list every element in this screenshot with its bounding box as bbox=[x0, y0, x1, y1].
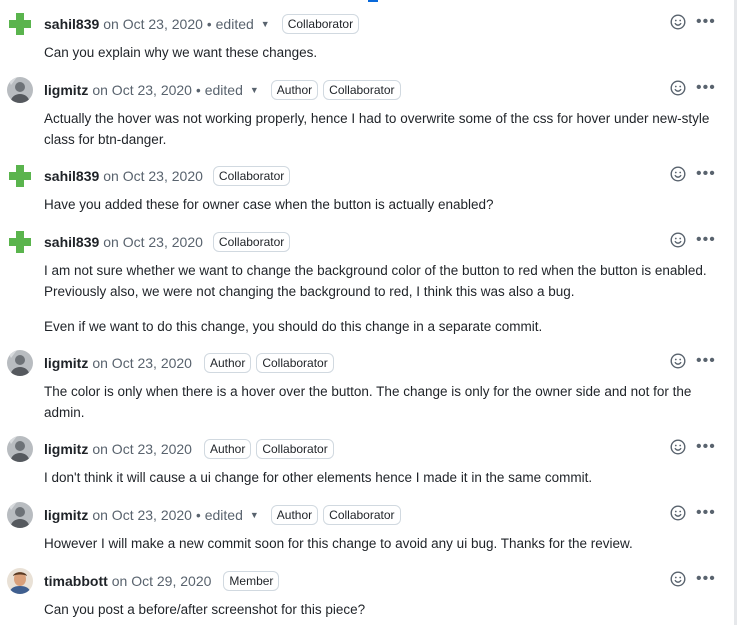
avatar[interactable] bbox=[7, 436, 33, 462]
comment-body: Actually the hover was not working prope… bbox=[44, 108, 720, 150]
member-badge: Member bbox=[223, 571, 280, 591]
author-link[interactable]: sahil839 bbox=[44, 234, 99, 250]
edited-dropdown[interactable]: edited bbox=[216, 16, 254, 32]
top-scroll-indicator bbox=[368, 0, 378, 2]
kebab-horizontal-icon[interactable]: ••• bbox=[696, 166, 716, 182]
collaborator-badge: Collaborator bbox=[256, 439, 334, 459]
comment-date-link[interactable]: on Oct 23, 2020 bbox=[92, 507, 192, 523]
author-badge: Author bbox=[270, 505, 319, 525]
author-link[interactable]: ligmitz bbox=[44, 441, 88, 457]
comment-header: sahil839 on Oct 23, 2020 Collaborator bbox=[44, 230, 291, 254]
avatar[interactable] bbox=[7, 11, 33, 37]
comment-actions: ••• bbox=[670, 435, 716, 459]
comment-date-link[interactable]: on Oct 23, 2020 bbox=[103, 234, 203, 250]
smiley-icon[interactable] bbox=[670, 353, 686, 369]
author-badge: Author bbox=[203, 439, 252, 459]
separator: • bbox=[206, 16, 212, 32]
comment-body: I am not sure whether we want to change … bbox=[44, 260, 720, 337]
comment-paragraph: However I will make a new commit soon fo… bbox=[44, 536, 633, 551]
smiley-icon[interactable] bbox=[670, 80, 686, 96]
kebab-horizontal-icon[interactable]: ••• bbox=[696, 571, 716, 587]
comment-paragraph: Can you explain why we want these change… bbox=[44, 45, 318, 60]
comment-date-link[interactable]: on Oct 23, 2020 bbox=[92, 355, 192, 371]
kebab-horizontal-icon[interactable]: ••• bbox=[696, 353, 716, 369]
comment-actions: ••• bbox=[670, 501, 716, 525]
comment-header: sahil839 on Oct 23, 2020 Collaborator bbox=[44, 164, 291, 188]
edited-dropdown[interactable]: edited bbox=[205, 507, 243, 523]
author-link[interactable]: timabbott bbox=[44, 573, 108, 589]
author-link[interactable]: ligmitz bbox=[44, 355, 88, 371]
comment-actions: ••• bbox=[670, 567, 716, 591]
author-badge: Author bbox=[203, 353, 252, 373]
avatar[interactable] bbox=[7, 568, 33, 594]
author-link[interactable]: sahil839 bbox=[44, 16, 99, 32]
smiley-icon[interactable] bbox=[670, 166, 686, 182]
comment-paragraph: Actually the hover was not working prope… bbox=[44, 111, 710, 147]
comment-header: ligmitz on Oct 23, 2020 • edited ▼ Autho… bbox=[44, 503, 401, 527]
kebab-horizontal-icon[interactable]: ••• bbox=[696, 505, 716, 521]
avatar[interactable] bbox=[7, 350, 33, 376]
comment-body: Have you added these for owner case when… bbox=[44, 194, 720, 215]
avatar[interactable] bbox=[7, 502, 33, 528]
comment-actions: ••• bbox=[670, 349, 716, 373]
avatar[interactable] bbox=[7, 77, 33, 103]
comment-actions: ••• bbox=[670, 228, 716, 252]
separator: • bbox=[195, 507, 201, 523]
comment-header: ligmitz on Oct 23, 2020 Author Collabora… bbox=[44, 351, 334, 375]
collaborator-badge: Collaborator bbox=[212, 166, 291, 186]
comment-header: ligmitz on Oct 23, 2020 Author Collabora… bbox=[44, 437, 334, 461]
collaborator-badge: Collaborator bbox=[323, 505, 401, 525]
triangle-down-icon[interactable]: ▼ bbox=[250, 85, 259, 95]
separator: • bbox=[195, 82, 201, 98]
comment-header: sahil839 on Oct 23, 2020 • edited ▼ Coll… bbox=[44, 12, 360, 36]
triangle-down-icon[interactable]: ▼ bbox=[250, 510, 259, 520]
collaborator-badge: Collaborator bbox=[212, 232, 291, 252]
kebab-horizontal-icon[interactable]: ••• bbox=[696, 232, 716, 248]
comment-header: timabbott on Oct 29, 2020 Member bbox=[44, 569, 280, 593]
comment-actions: ••• bbox=[670, 162, 716, 186]
edited-dropdown[interactable]: edited bbox=[205, 82, 243, 98]
comment-header: ligmitz on Oct 23, 2020 • edited ▼ Autho… bbox=[44, 78, 401, 102]
comment-actions: ••• bbox=[670, 76, 716, 100]
comment-paragraph: The color is only when there is a hover … bbox=[44, 384, 692, 420]
collaborator-badge: Collaborator bbox=[256, 353, 334, 373]
comment-body: However I will make a new commit soon fo… bbox=[44, 533, 720, 554]
comment-body: The color is only when there is a hover … bbox=[44, 381, 720, 423]
comment-date-link[interactable]: on Oct 23, 2020 bbox=[103, 16, 203, 32]
comment-body: Can you post a before/after screenshot f… bbox=[44, 599, 720, 620]
smiley-icon[interactable] bbox=[670, 439, 686, 455]
comment-date-link[interactable]: on Oct 23, 2020 bbox=[92, 82, 192, 98]
comment-paragraph: Have you added these for owner case when… bbox=[44, 197, 494, 212]
comment-body: I don't think it will cause a ui change … bbox=[44, 467, 720, 488]
comment-paragraph: I am not sure whether we want to change … bbox=[44, 263, 707, 299]
author-link[interactable]: ligmitz bbox=[44, 507, 88, 523]
author-link[interactable]: sahil839 bbox=[44, 168, 99, 184]
smiley-icon[interactable] bbox=[670, 571, 686, 587]
comment-date-link[interactable]: on Oct 29, 2020 bbox=[112, 573, 212, 589]
author-badge: Author bbox=[270, 80, 319, 100]
comment-date-link[interactable]: on Oct 23, 2020 bbox=[103, 168, 203, 184]
comment-paragraph: Even if we want to do this change, you s… bbox=[44, 319, 543, 334]
comment-date-link[interactable]: on Oct 23, 2020 bbox=[92, 441, 192, 457]
triangle-down-icon[interactable]: ▼ bbox=[261, 19, 270, 29]
author-link[interactable]: ligmitz bbox=[44, 82, 88, 98]
comment-actions: ••• bbox=[670, 10, 716, 34]
kebab-horizontal-icon[interactable]: ••• bbox=[696, 80, 716, 96]
collaborator-badge: Collaborator bbox=[323, 80, 401, 100]
smiley-icon[interactable] bbox=[670, 505, 686, 521]
kebab-horizontal-icon[interactable]: ••• bbox=[696, 14, 716, 30]
collaborator-badge: Collaborator bbox=[281, 14, 360, 34]
kebab-horizontal-icon[interactable]: ••• bbox=[696, 439, 716, 455]
smiley-icon[interactable] bbox=[670, 14, 686, 30]
comment-paragraph: Can you post a before/after screenshot f… bbox=[44, 602, 366, 617]
avatar[interactable] bbox=[7, 163, 33, 189]
comment-body: Can you explain why we want these change… bbox=[44, 42, 720, 63]
smiley-icon[interactable] bbox=[670, 232, 686, 248]
comment-paragraph: I don't think it will cause a ui change … bbox=[44, 470, 593, 485]
avatar[interactable] bbox=[7, 229, 33, 255]
